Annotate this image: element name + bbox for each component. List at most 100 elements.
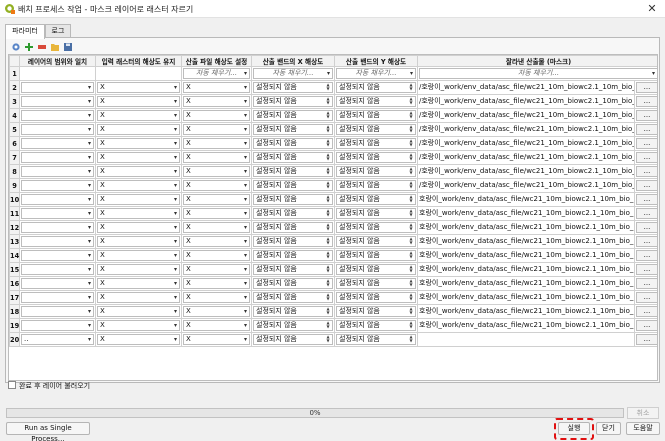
y-resolution-spinbox[interactable]: 설정되지 않음 ▲ ▼ xyxy=(336,124,416,135)
keep-resolution-select[interactable]: X ▾ xyxy=(97,208,180,219)
y-resolution-spinbox[interactable]: 설정되지 않음 ▲ ▼ xyxy=(336,292,416,303)
extent-layer-select[interactable]: ▾ xyxy=(21,292,94,303)
y-resolution-spinbox[interactable]: 설정되지 않음 ▲ ▼ xyxy=(336,236,416,247)
set-resolution-select[interactable]: X ▾ xyxy=(183,124,250,135)
y-resolution-spinbox[interactable]: 설정되지 않음 ▲ ▼ xyxy=(336,152,416,163)
output-path-field[interactable]: /호랑이_work/env_data/asc_file/wc21_10m_bio… xyxy=(417,178,635,193)
output-path-field[interactable]: 호랑이_work/env_data/asc_file/wc21_10m_biow… xyxy=(417,248,635,263)
set-resolution-select[interactable]: X ▾ xyxy=(183,222,250,233)
x-resolution-spinbox[interactable]: 설정되지 않음 ▲ ▼ xyxy=(253,222,333,233)
browse-output-button[interactable]: ... xyxy=(636,208,657,219)
set-resolution-select[interactable]: X ▾ xyxy=(183,110,250,121)
run-button[interactable]: 실행 xyxy=(558,422,590,435)
extent-layer-select[interactable]: ▾ xyxy=(21,152,94,163)
extent-layer-select[interactable]: ▾ xyxy=(21,222,94,233)
output-path-field[interactable]: /호랑이_work/env_data/asc_file/wc21_10m_bio… xyxy=(417,136,635,151)
spinner-arrows-icon[interactable]: ▲ ▼ xyxy=(325,335,331,344)
x-resolution-spinbox[interactable]: 설정되지 않음 ▲ ▼ xyxy=(253,152,333,163)
set-resolution-select[interactable]: X ▾ xyxy=(183,82,250,93)
output-path-field[interactable]: /호랑이_work/env_data/asc_file/wc21_10m_bio… xyxy=(417,122,635,137)
x-resolution-spinbox[interactable]: 설정되지 않음 ▲ ▼ xyxy=(253,306,333,317)
y-resolution-spinbox[interactable]: 설정되지 않음 ▲ ▼ xyxy=(336,110,416,121)
autofill-set-resolution[interactable]: 자동 채우기... ▾ xyxy=(183,68,250,79)
browse-output-button[interactable]: ... xyxy=(636,96,657,107)
browse-output-button[interactable]: ... xyxy=(636,236,657,247)
spinner-arrows-icon[interactable]: ▲ ▼ xyxy=(325,209,331,218)
set-resolution-select[interactable]: X ▾ xyxy=(183,180,250,191)
spinner-arrows-icon[interactable]: ▲ ▼ xyxy=(408,181,414,190)
y-resolution-spinbox[interactable]: 설정되지 않음 ▲ ▼ xyxy=(336,194,416,205)
browse-output-button[interactable]: ... xyxy=(636,166,657,177)
spinner-arrows-icon[interactable]: ▲ ▼ xyxy=(408,279,414,288)
output-path-field[interactable]: 호랑이_work/env_data/asc_file/wc21_10m_biow… xyxy=(417,290,635,305)
autofill-output[interactable]: 자동 채우기... ▾ xyxy=(419,68,657,79)
x-resolution-spinbox[interactable]: 설정되지 않음 ▲ ▼ xyxy=(253,334,333,345)
browse-output-button[interactable]: ... xyxy=(636,180,657,191)
x-resolution-spinbox[interactable]: 설정되지 않음 ▲ ▼ xyxy=(253,96,333,107)
spinner-arrows-icon[interactable]: ▲ ▼ xyxy=(325,167,331,176)
keep-resolution-select[interactable]: X ▾ xyxy=(97,278,180,289)
help-button[interactable]: 도움말 xyxy=(626,422,660,435)
y-resolution-spinbox[interactable]: 설정되지 않음 ▲ ▼ xyxy=(336,264,416,275)
add-row-icon[interactable] xyxy=(24,42,34,52)
browse-output-button[interactable]: ... xyxy=(636,152,657,163)
set-resolution-select[interactable]: X ▾ xyxy=(183,292,250,303)
spinner-arrows-icon[interactable]: ▲ ▼ xyxy=(408,139,414,148)
spinner-arrows-icon[interactable]: ▲ ▼ xyxy=(325,279,331,288)
set-resolution-select[interactable]: X ▾ xyxy=(183,208,250,219)
extent-layer-select[interactable]: ▾ xyxy=(21,138,94,149)
browse-output-button[interactable]: ... xyxy=(636,222,657,233)
autofill-y-resolution[interactable]: 자동 채우기... ▾ xyxy=(336,68,416,79)
x-resolution-spinbox[interactable]: 설정되지 않음 ▲ ▼ xyxy=(253,264,333,275)
output-path-field[interactable]: 호랑이_work/env_data/asc_file/wc21_10m_biow… xyxy=(417,304,635,319)
keep-resolution-select[interactable]: X ▾ xyxy=(97,250,180,261)
output-path-field[interactable]: /호랑이_work/env_data/asc_file/wc21_10m_bio… xyxy=(417,80,635,95)
spinner-arrows-icon[interactable]: ▲ ▼ xyxy=(408,83,414,92)
browse-output-button[interactable]: ... xyxy=(636,334,657,345)
y-resolution-spinbox[interactable]: 설정되지 않음 ▲ ▼ xyxy=(336,96,416,107)
spinner-arrows-icon[interactable]: ▲ ▼ xyxy=(408,223,414,232)
remove-row-icon[interactable] xyxy=(37,42,47,52)
output-path-field[interactable]: /호랑이_work/env_data/asc_file/wc21_10m_bio… xyxy=(417,94,635,109)
y-resolution-spinbox[interactable]: 설정되지 않음 ▲ ▼ xyxy=(336,222,416,233)
browse-output-button[interactable]: ... xyxy=(636,194,657,205)
keep-resolution-select[interactable]: X ▾ xyxy=(97,166,180,177)
spinner-arrows-icon[interactable]: ▲ ▼ xyxy=(408,153,414,162)
spinner-arrows-icon[interactable]: ▲ ▼ xyxy=(408,265,414,274)
gear-icon[interactable] xyxy=(11,42,21,52)
keep-resolution-select[interactable]: X ▾ xyxy=(97,152,180,163)
spinner-arrows-icon[interactable]: ▲ ▼ xyxy=(408,237,414,246)
extent-layer-select[interactable]: ▾ xyxy=(21,194,94,205)
spinner-arrows-icon[interactable]: ▲ ▼ xyxy=(325,83,331,92)
output-path-field[interactable]: 호랑이_work/env_data/asc_file/wc21_10m_biow… xyxy=(417,276,635,291)
cancel-button[interactable]: 취소 xyxy=(627,407,659,419)
output-path-field[interactable]: /호랑이_work/env_data/asc_file/wc21_10m_bio… xyxy=(417,164,635,179)
y-resolution-spinbox[interactable]: 설정되지 않음 ▲ ▼ xyxy=(336,180,416,191)
browse-output-button[interactable]: ... xyxy=(636,264,657,275)
spinner-arrows-icon[interactable]: ▲ ▼ xyxy=(408,125,414,134)
spinner-arrows-icon[interactable]: ▲ ▼ xyxy=(325,111,331,120)
y-resolution-spinbox[interactable]: 설정되지 않음 ▲ ▼ xyxy=(336,306,416,317)
y-resolution-spinbox[interactable]: 설정되지 않음 ▲ ▼ xyxy=(336,208,416,219)
set-resolution-select[interactable]: X ▾ xyxy=(183,250,250,261)
save-icon[interactable] xyxy=(63,42,73,52)
set-resolution-select[interactable]: X ▾ xyxy=(183,306,250,317)
y-resolution-spinbox[interactable]: 설정되지 않음 ▲ ▼ xyxy=(336,320,416,331)
extent-layer-select[interactable]: ▾ xyxy=(21,110,94,121)
set-resolution-select[interactable]: X ▾ xyxy=(183,96,250,107)
extent-layer-select[interactable]: ▾ xyxy=(21,236,94,247)
browse-output-button[interactable]: ... xyxy=(636,138,657,149)
spinner-arrows-icon[interactable]: ▲ ▼ xyxy=(325,237,331,246)
browse-output-button[interactable]: ... xyxy=(636,320,657,331)
spinner-arrows-icon[interactable]: ▲ ▼ xyxy=(408,307,414,316)
browse-output-button[interactable]: ... xyxy=(636,278,657,289)
output-path-field[interactable]: 호랑이_work/env_data/asc_file/wc21_10m_biow… xyxy=(417,206,635,221)
extent-layer-select[interactable]: ▾ xyxy=(21,124,94,135)
spinner-arrows-icon[interactable]: ▲ ▼ xyxy=(325,251,331,260)
keep-resolution-select[interactable]: X ▾ xyxy=(97,320,180,331)
extent-layer-select[interactable]: ▾ xyxy=(21,320,94,331)
x-resolution-spinbox[interactable]: 설정되지 않음 ▲ ▼ xyxy=(253,194,333,205)
spinner-arrows-icon[interactable]: ▲ ▼ xyxy=(325,223,331,232)
extent-layer-select[interactable]: ▾ xyxy=(21,250,94,261)
keep-resolution-select[interactable]: X ▾ xyxy=(97,138,180,149)
